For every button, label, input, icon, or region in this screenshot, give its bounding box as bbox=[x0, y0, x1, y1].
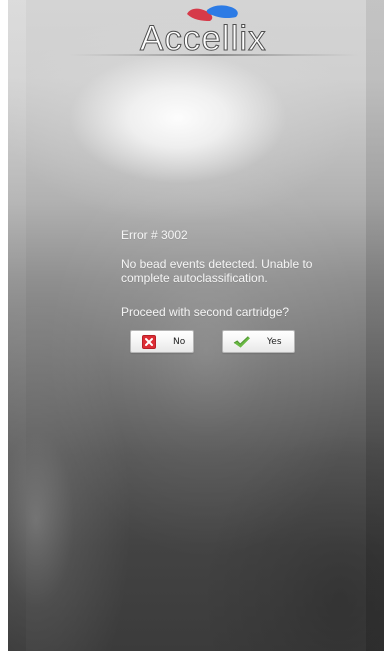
dialog-buttons: No Yes bbox=[130, 330, 300, 355]
brand-name: Accellix bbox=[140, 19, 267, 58]
screen: Accellix Error # 3002 No bead events det… bbox=[0, 0, 392, 651]
close-icon bbox=[142, 335, 156, 349]
check-icon bbox=[233, 336, 250, 348]
error-message-line: No bead events detected. Unable to bbox=[121, 257, 313, 271]
error-code: Error # 3002 bbox=[121, 228, 188, 242]
device-panel: Accellix Error # 3002 No bead events det… bbox=[8, 0, 384, 651]
brand-divider bbox=[69, 54, 359, 56]
no-button[interactable]: No bbox=[130, 330, 194, 353]
no-button-label: No bbox=[173, 337, 186, 347]
yes-button[interactable]: Yes bbox=[222, 330, 295, 353]
confirmation-question: Proceed with second cartridge? bbox=[121, 305, 290, 319]
yes-button-label: Yes bbox=[267, 337, 282, 347]
error-message: No bead events detected. Unable to compl… bbox=[121, 257, 346, 285]
error-message-line: complete autoclassification. bbox=[121, 271, 268, 285]
